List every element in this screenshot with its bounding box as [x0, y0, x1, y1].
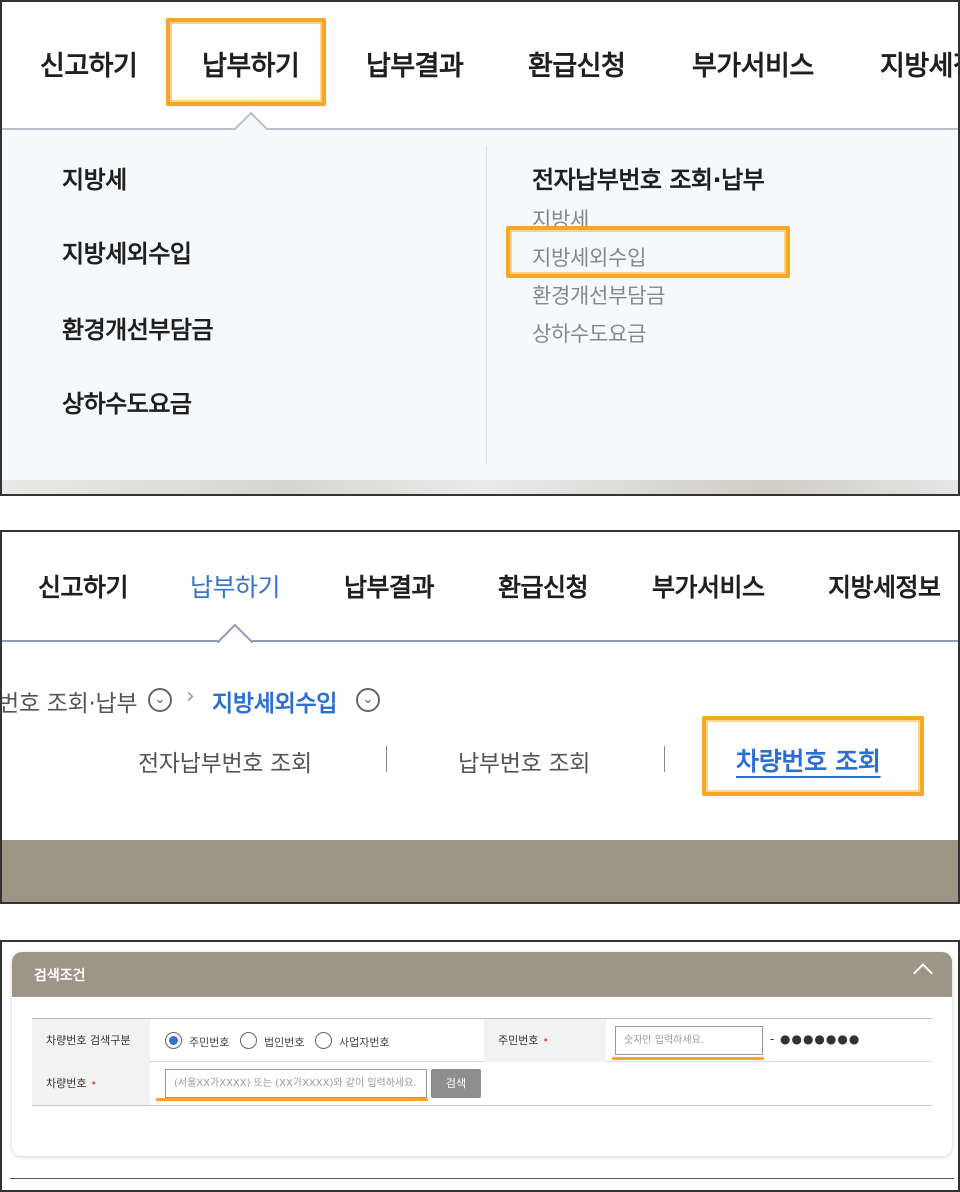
submenu-water-bill[interactable]: 상하수도요금	[532, 318, 646, 348]
tab-payment-number[interactable]: 납부번호 조회	[458, 744, 590, 778]
divider-line	[10, 1178, 954, 1179]
highlight-underline	[612, 1057, 764, 1060]
nav-extra-service[interactable]: 부가서비스	[652, 568, 765, 604]
tab-divider	[386, 746, 387, 772]
highlight-box	[166, 18, 326, 106]
radio-label: 주민번호	[189, 1036, 230, 1049]
required-mark: •	[90, 1077, 97, 1090]
menu-local-tax[interactable]: 지방세	[62, 160, 127, 195]
background-strip	[2, 480, 958, 494]
search-type-label: 차량번호 검색구분	[32, 1019, 150, 1062]
search-condition-card: 검색조건 차량번호 검색구분 주민번호 법인번호 사업자번호 주민번호 • 숫자만…	[12, 952, 952, 1156]
resident-number-label: 주민번호 •	[484, 1019, 606, 1062]
vehicle-number-label: 차량번호 •	[32, 1062, 150, 1105]
nav-report[interactable]: 신고하기	[40, 44, 138, 83]
radio-resident-number[interactable]	[165, 1032, 182, 1049]
breadcrumb-separator-icon: ›	[186, 684, 195, 709]
menu-divider	[486, 146, 487, 464]
menu-epay-title[interactable]: 전자납부번호 조회·납부	[532, 160, 765, 195]
screenshot-panel-tabs: 신고하기 납부하기 납부결과 환급신청 부가서비스 지방세정보 번호 조회·납부…	[0, 530, 960, 904]
section-title: 검색조건	[34, 968, 86, 984]
menu-non-tax-revenue[interactable]: 지방세외수입	[62, 234, 192, 269]
tab-epay-number[interactable]: 전자납부번호 조회	[138, 744, 312, 778]
tab-divider	[664, 746, 665, 772]
vehicle-number-input[interactable]: (서울XX가XXXX) 또는 (XX가XXXX)와 같이 입력하세요.	[165, 1069, 427, 1098]
search-condition-header[interactable]: 검색조건	[12, 952, 952, 997]
required-mark: •	[542, 1034, 549, 1047]
content-header-bar	[2, 840, 958, 902]
resident-number-dash: -	[770, 1032, 776, 1046]
breadcrumb-current[interactable]: 지방세외수입	[212, 684, 337, 718]
top-navigation: 신고하기 납부하기 납부결과 환급신청 부가서비스 지방세정보	[2, 2, 958, 130]
nav-payment-result[interactable]: 납부결과	[344, 568, 435, 604]
form-row-search-type: 차량번호 검색구분 주민번호 법인번호 사업자번호 주민번호 • 숫자만 입력하세…	[32, 1018, 932, 1062]
form-row-vehicle-number: 차량번호 • (서울XX가XXXX) 또는 (XX가XXXX)와 같이 입력하세요…	[32, 1062, 932, 1106]
resident-number-input[interactable]: 숫자만 입력하세요.	[615, 1026, 763, 1055]
chevron-down-icon[interactable]: ⌄	[148, 688, 172, 712]
menu-environment-charge[interactable]: 환경개선부담금	[62, 310, 214, 345]
dropdown-menu: 지방세 지방세외수입 환경개선부담금 상하수도요금 전자납부번호 조회·납부 지…	[2, 130, 958, 480]
radio-label: 사업자번호	[339, 1036, 390, 1049]
nav-local-tax-info[interactable]: 지방세정보	[828, 568, 941, 604]
nav-payment-result[interactable]: 납부결과	[366, 44, 464, 83]
resident-number-masked: ●●●●●●●	[780, 1032, 861, 1046]
highlight-box	[702, 716, 924, 796]
search-button[interactable]: 검색	[431, 1069, 481, 1098]
menu-water-bill[interactable]: 상하수도요금	[62, 384, 192, 419]
screenshot-panel-search-form: 검색조건 차량번호 검색구분 주민번호 법인번호 사업자번호 주민번호 • 숫자만…	[0, 940, 960, 1192]
nav-refund[interactable]: 환급신청	[498, 568, 589, 604]
submenu-environment-charge[interactable]: 환경개선부담금	[532, 280, 665, 310]
radio-label: 법인번호	[264, 1036, 305, 1049]
screenshot-panel-menu: 신고하기 납부하기 납부결과 환급신청 부가서비스 지방세정보 지방세 지방세외…	[0, 0, 960, 496]
breadcrumb-previous[interactable]: 번호 조회·납부	[2, 684, 137, 718]
chevron-down-icon[interactable]: ⌄	[356, 688, 380, 712]
top-navigation: 신고하기 납부하기 납부결과 환급신청 부가서비스 지방세정보	[2, 532, 958, 642]
radio-business-number[interactable]	[315, 1032, 332, 1049]
nav-payment[interactable]: 납부하기	[190, 568, 281, 604]
nav-local-tax-info[interactable]: 지방세정보	[880, 44, 958, 83]
radio-corporate-number[interactable]	[240, 1032, 257, 1049]
highlight-box	[506, 226, 790, 278]
nav-report[interactable]: 신고하기	[38, 568, 129, 604]
nav-extra-service[interactable]: 부가서비스	[692, 44, 814, 83]
nav-refund[interactable]: 환급신청	[528, 44, 626, 83]
chevron-up-icon[interactable]	[913, 963, 933, 983]
highlight-underline	[156, 1098, 428, 1101]
